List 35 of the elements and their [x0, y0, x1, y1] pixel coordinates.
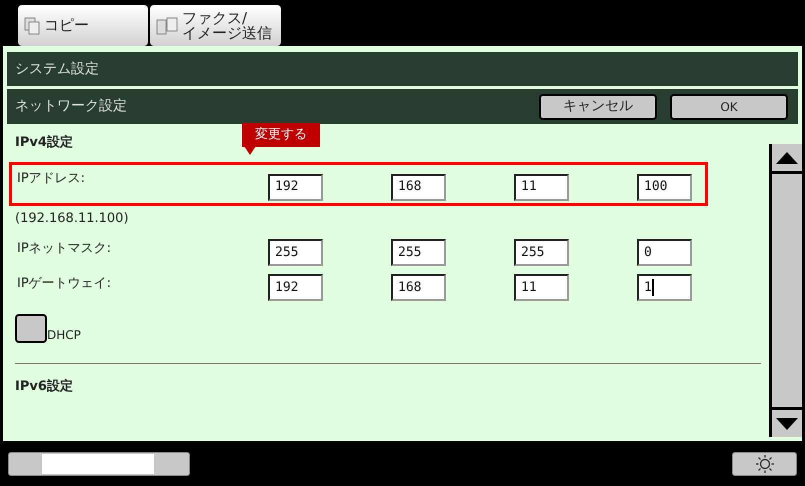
window-title: システム設定	[15, 60, 99, 78]
octet-field[interactable]: 1	[637, 274, 692, 301]
section-heading: IPv6設定	[15, 378, 73, 396]
screen-title: ネットワーク設定	[15, 97, 128, 116]
cancel-button[interactable]: キャンセル	[539, 94, 657, 120]
dhcp-checkbox[interactable]	[15, 314, 47, 342]
octet-field[interactable]: 192	[268, 274, 323, 301]
field-label: IPゲートウェイ:	[17, 275, 112, 293]
down-arrow-icon	[776, 418, 798, 430]
octet-field[interactable]: 192	[268, 174, 323, 200]
checkbox-label: DHCP	[47, 327, 81, 344]
up-arrow-icon	[776, 152, 798, 164]
octet-field[interactable]: 11	[514, 274, 569, 301]
documents-icon	[156, 16, 178, 34]
callout-pointer	[244, 146, 256, 155]
field-label: IPアドレス:	[17, 170, 86, 188]
status-bar-button[interactable]	[8, 452, 190, 476]
ok-button[interactable]: OK	[670, 94, 788, 120]
field-label: IPネットマスク:	[17, 240, 112, 258]
octet-field[interactable]: 255	[268, 239, 323, 266]
octet-field[interactable]: 0	[637, 239, 692, 266]
octet-field[interactable]: 100	[637, 174, 692, 200]
mode-tab[interactable]: コピー	[18, 5, 148, 46]
brightness-button[interactable]	[732, 452, 797, 476]
octet-field[interactable]: 255	[514, 239, 569, 266]
octet-field[interactable]: 11	[514, 174, 569, 200]
document-icon	[24, 16, 40, 34]
address-summary: (192.168.11.100)	[15, 210, 129, 228]
octet-field[interactable]: 255	[391, 239, 446, 266]
scrollbar[interactable]	[769, 144, 802, 437]
octet-field[interactable]: 168	[391, 174, 446, 200]
octet-field[interactable]: 168	[391, 274, 446, 301]
sun-icon	[756, 454, 774, 472]
mode-tab[interactable]: ファクス/ イメージ送信	[150, 5, 281, 46]
section-heading: IPv4設定	[15, 134, 73, 152]
